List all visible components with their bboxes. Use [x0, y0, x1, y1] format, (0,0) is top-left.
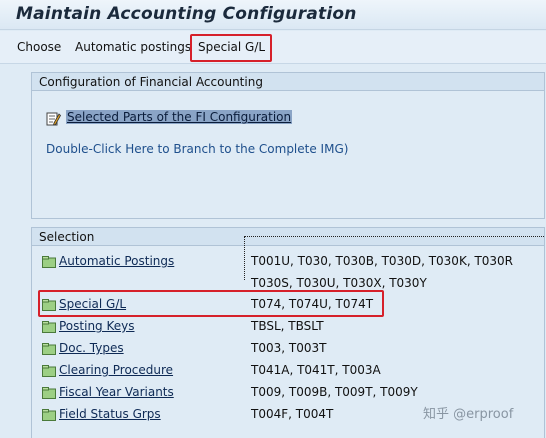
selected-node-label[interactable]: Selected Parts of the FI Configuration [66, 110, 293, 124]
folder-icon [42, 321, 56, 333]
branch-to-img-link[interactable]: Double-Click Here to Branch to the Compl… [46, 142, 348, 156]
table-list: T003, T003T [251, 341, 327, 355]
table-list: T004F, T004T [251, 407, 334, 421]
table-list: TBSL, TBSLT [251, 319, 324, 333]
table-list: T030S, T030U, T030X, T030Y [251, 276, 427, 290]
folder-icon [42, 409, 56, 421]
menu-automatic-postings[interactable]: Automatic postings [75, 40, 191, 54]
menu-choose[interactable]: Choose [17, 40, 61, 54]
config-group: Configuration of Financial Accounting Se… [31, 72, 545, 219]
table-list: T001U, T030, T030B, T030D, T030K, T030R [251, 254, 514, 268]
table-list: T009, T009B, T009T, T009Y [251, 385, 418, 399]
selection-label[interactable]: Fiscal Year Variants [59, 385, 174, 399]
folder-icon [42, 256, 56, 268]
folder-icon [42, 387, 56, 399]
table-list: T041A, T041T, T003A [251, 363, 381, 377]
selection-label[interactable]: Automatic Postings [59, 254, 174, 268]
config-group-header: Configuration of Financial Accounting [32, 73, 544, 91]
folder-icon [42, 365, 56, 377]
title-bar: Maintain Accounting Configuration [0, 0, 546, 30]
edit-config-icon [46, 112, 61, 126]
watermark: 知乎 @erproof [423, 407, 514, 422]
menu-highlight-box [190, 34, 272, 62]
menu-bar: Choose Automatic postings Special G/L [0, 31, 546, 64]
selection-label[interactable]: Clearing Procedure [59, 363, 173, 377]
page-title: Maintain Accounting Configuration [16, 4, 357, 24]
selection-label[interactable]: Field Status Grps [59, 407, 161, 421]
special-gl-highlight-box [38, 290, 384, 317]
selection-label[interactable]: Posting Keys [59, 319, 135, 333]
folder-icon [42, 343, 56, 355]
selection-label[interactable]: Doc. Types [59, 341, 124, 355]
